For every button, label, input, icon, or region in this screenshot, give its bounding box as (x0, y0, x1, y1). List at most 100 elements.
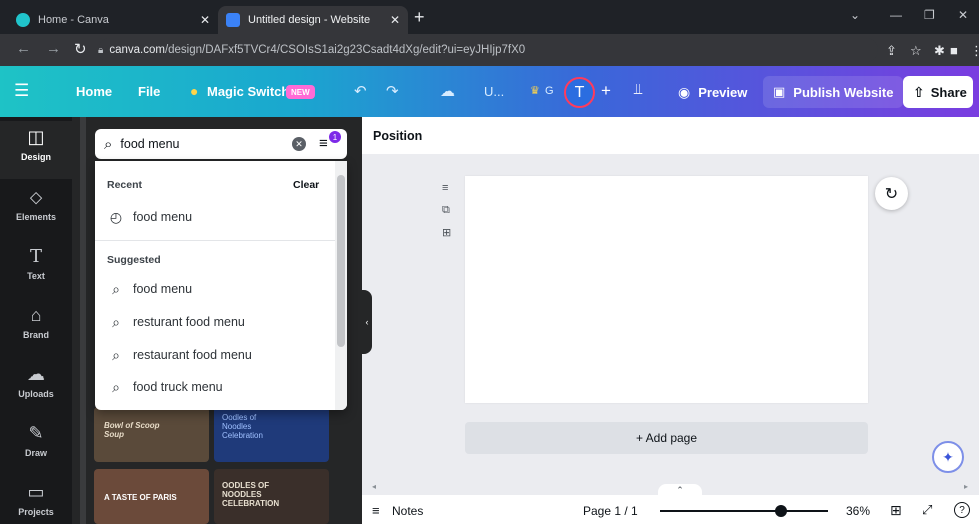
fullscreen-icon[interactable]: ⤢ (922, 502, 932, 518)
close-window-icon[interactable]: ✕ (958, 8, 968, 22)
rail-item-uploads[interactable]: ☁ Uploads (0, 358, 72, 416)
add-collaborator-icon[interactable]: + (601, 81, 611, 101)
rail-item-elements[interactable]: ⬦ Elements (0, 181, 72, 239)
grid-view-icon[interactable]: ⊞ (890, 502, 902, 519)
file-menu-button[interactable]: File (138, 84, 160, 99)
url-field[interactable]: 🔒︎ canva.com /design/DAFxf5TVCr4/CSOIsS1… (98, 38, 878, 62)
rail-label: Uploads (18, 389, 54, 399)
template-thumbnail[interactable]: Bowl of Scoop Soup (94, 407, 209, 462)
suggested-item-label: food truck menu (133, 380, 223, 394)
template-thumbnail[interactable]: OODLES OF NOODLES CELEBRATION (214, 469, 329, 524)
publish-website-button[interactable]: ▣ Publish Website (763, 76, 904, 108)
zoom-slider-handle[interactable] (774, 505, 787, 517)
tab-search-icon[interactable]: ⌄ (850, 8, 860, 22)
rail-item-design[interactable]: ◫ Design (0, 121, 72, 179)
bookmark-star-icon[interactable]: ☆ (910, 43, 922, 59)
suggested-item[interactable]: ⌕ food truck menu (107, 374, 332, 400)
rail-label: Design (20, 152, 51, 162)
user-avatar[interactable]: T (564, 77, 595, 108)
duplicate-page-icon[interactable]: ⧉ (442, 204, 450, 217)
folder-icon: ▭ (27, 482, 45, 502)
search-icon: ⌕ (112, 378, 120, 395)
zoom-slider[interactable] (660, 510, 828, 512)
suggested-item[interactable]: ⌕ restaurant food menu (107, 342, 332, 368)
notes-icon: ≡ (372, 503, 380, 518)
reload-icon[interactable]: ↻ (74, 40, 87, 58)
filter-icon[interactable]: ≡ (319, 135, 328, 152)
browser-menu-icon[interactable]: ⋮ (970, 43, 979, 59)
position-button[interactable]: Position (373, 129, 422, 143)
rail-label: Draw (24, 448, 47, 458)
url-path: /design/DAFxf5TVCr4/CSOIsS1ai2g23Csadt4d… (164, 44, 526, 56)
cloud-saved-icon[interactable]: ☁ (440, 82, 455, 100)
clear-search-icon[interactable]: ✕ (292, 137, 306, 151)
insights-icon[interactable]: ⫫ (634, 81, 642, 98)
search-icon: ⌕ (112, 280, 120, 297)
search-icon: ⌕ (104, 135, 113, 153)
suggested-item-label: food menu (133, 282, 193, 296)
search-input[interactable] (120, 137, 281, 151)
rail-item-projects[interactable]: ▭ Projects (0, 476, 72, 524)
suggested-item-label: restaurant food menu (133, 348, 252, 362)
home-button[interactable]: Home (76, 84, 112, 99)
extensions-icon[interactable]: ✱ (934, 43, 945, 59)
template-thumbnail[interactable]: A TASTE OF PARIS (94, 469, 209, 524)
restore-icon[interactable]: ❐ (924, 8, 935, 22)
lock-icon: 🔒︎ (98, 44, 104, 56)
help-icon[interactable]: ? (954, 502, 970, 518)
page-indicator[interactable]: Page 1 / 1 (583, 504, 638, 518)
forward-icon[interactable]: → (46, 40, 61, 57)
template-thumbnail[interactable]: Oodles of Noodles Celebration (214, 407, 329, 462)
url-domain: canva.com (109, 44, 165, 56)
redo-icon[interactable]: ↷ (386, 82, 399, 100)
sidepanel-icon[interactable]: ■ (950, 43, 958, 58)
tab-home-canva[interactable]: Home - Canva ✕ (8, 6, 218, 34)
rail-item-text[interactable]: T Text (0, 240, 72, 298)
rail-item-draw[interactable]: ✎ Draw (0, 417, 72, 475)
rail-item-brand[interactable]: ⌂ Brand (0, 299, 72, 357)
undo-icon[interactable]: ↶ (354, 82, 367, 100)
add-page-icon[interactable]: ⊞ (442, 226, 451, 239)
rail-label: Text (27, 271, 45, 281)
recent-item[interactable]: ◴ food menu (107, 204, 332, 230)
clear-recent-button[interactable]: Clear (293, 179, 319, 191)
canva-favicon-icon (16, 13, 30, 27)
shapes-icon: ⬦ (29, 187, 43, 207)
scroll-left-icon[interactable]: ◂ (372, 482, 376, 491)
dropdown-scroll-thumb[interactable] (337, 175, 345, 347)
minimize-icon[interactable]: — (890, 8, 902, 22)
panel-scrollbar[interactable] (80, 117, 86, 524)
share-button[interactable]: ⇧ Share (903, 76, 973, 108)
suggested-item[interactable]: ⌕ food menu (107, 276, 332, 302)
suggested-item-label: resturant food menu (133, 315, 245, 329)
refresh-suggestions-icon[interactable]: ↻ (875, 177, 908, 210)
new-tab-button[interactable]: + (414, 8, 425, 26)
dropdown-scrollbar[interactable] (335, 161, 347, 410)
share-label: Share (930, 84, 967, 100)
back-icon[interactable]: ← (16, 40, 31, 57)
rail-label: Brand (22, 330, 49, 340)
editor-footer: ≡ Notes Page 1 / 1 36% ⊞ ⤢ ? (362, 495, 979, 524)
collapse-panel-handle[interactable]: ‹ (362, 290, 372, 354)
cloud-upload-icon: ☁ (27, 364, 45, 384)
magic-assistant-icon[interactable]: ✦ (932, 441, 964, 473)
page-notes-icon[interactable]: ≡ (442, 182, 448, 194)
add-page-button[interactable]: + Add page (465, 422, 868, 454)
tab-untitled-design[interactable]: Untitled design - Website ✕ (218, 6, 408, 34)
share-page-icon[interactable]: ⇪ (886, 43, 897, 59)
preview-button[interactable]: ◉ Preview (668, 76, 757, 108)
close-tab-icon[interactable]: ✕ (390, 13, 400, 27)
close-tab-icon[interactable]: ✕ (200, 13, 210, 27)
design-title-button[interactable]: U... (484, 84, 504, 99)
magic-switch-button[interactable]: Magic Switch (207, 84, 289, 99)
search-suggestions-dropdown: Recent Clear ◴ food menu Suggested ⌕ foo… (95, 161, 347, 410)
zoom-level[interactable]: 36% (846, 504, 870, 518)
context-toolbar: Position (362, 117, 979, 154)
scroll-right-icon[interactable]: ▸ (964, 482, 968, 491)
notes-button[interactable]: Notes (392, 504, 423, 518)
suggested-item[interactable]: ⌕ resturant food menu (107, 309, 332, 335)
recent-item-label: food menu (133, 210, 193, 224)
design-page[interactable] (465, 176, 868, 403)
draw-icon: ✎ (28, 423, 44, 443)
hamburger-menu-icon[interactable]: ☰ (14, 81, 29, 101)
